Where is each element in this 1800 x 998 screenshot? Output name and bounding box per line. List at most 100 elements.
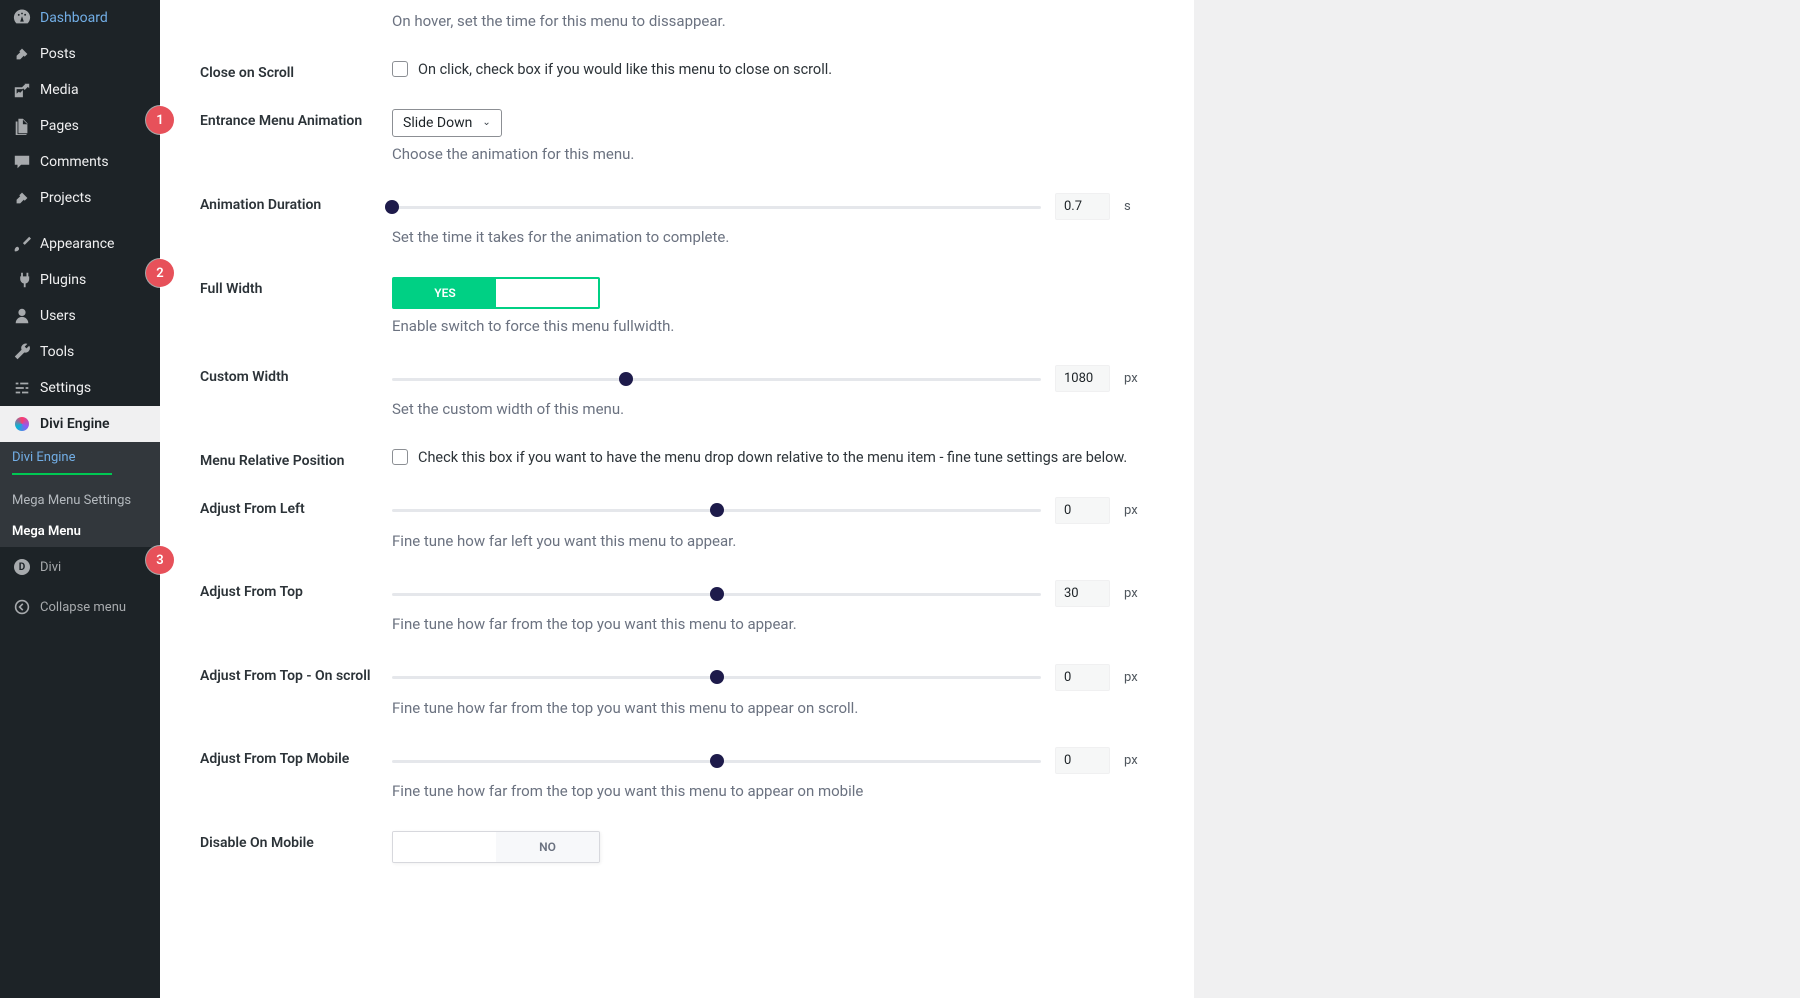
select-entrance-animation[interactable]: Slide Down ⌄ bbox=[392, 109, 502, 137]
admin-sidebar: Dashboard Posts Media Pages Comments Pro… bbox=[0, 0, 160, 998]
input-animation-duration[interactable]: 0.7 bbox=[1055, 193, 1110, 220]
toggle-yes-label: YES bbox=[394, 279, 496, 307]
sidebar-subitem-mega-menu[interactable]: Mega Menu bbox=[0, 516, 160, 547]
slider-thumb[interactable] bbox=[385, 200, 399, 214]
slider-adjust-left[interactable] bbox=[392, 505, 1041, 515]
sidebar-item-comments[interactable]: Comments bbox=[0, 144, 160, 180]
slider-adjust-top-mobile[interactable] bbox=[392, 756, 1041, 766]
sidebar-item-label: Projects bbox=[40, 190, 91, 206]
wrench-icon bbox=[12, 342, 32, 362]
sidebar-item-label: Appearance bbox=[40, 236, 114, 252]
unit-label: px bbox=[1124, 371, 1144, 386]
help-text-adjust-top-mobile: Fine tune how far from the top you want … bbox=[392, 780, 1144, 803]
sidebar-item-projects[interactable]: Projects bbox=[0, 180, 160, 216]
input-adjust-left[interactable]: 0 bbox=[1055, 497, 1110, 524]
unit-label: px bbox=[1124, 586, 1144, 601]
sidebar-item-pages[interactable]: Pages bbox=[0, 108, 160, 144]
collapse-icon bbox=[12, 597, 32, 617]
callout-badge-3: 3 bbox=[146, 546, 174, 574]
sidebar-item-label: Users bbox=[40, 308, 76, 324]
sidebar-item-label: Divi bbox=[40, 560, 61, 575]
sidebar-item-collapse[interactable]: Collapse menu bbox=[0, 587, 160, 627]
toggle-blank bbox=[393, 832, 496, 862]
unit-label: px bbox=[1124, 503, 1144, 518]
slider-animation-duration[interactable] bbox=[392, 202, 1041, 212]
input-custom-width[interactable]: 1080 bbox=[1055, 365, 1110, 392]
sidebar-item-dashboard[interactable]: Dashboard bbox=[0, 0, 160, 36]
sidebar-subitem-mega-menu-settings[interactable]: Mega Menu Settings bbox=[0, 485, 160, 516]
unit-label: s bbox=[1124, 199, 1144, 214]
slider-thumb[interactable] bbox=[619, 372, 633, 386]
sidebar-item-divi-engine[interactable]: Divi Engine bbox=[0, 406, 160, 442]
toggle-disable-mobile[interactable]: NO bbox=[392, 831, 600, 863]
help-text-adjust-top: Fine tune how far from the top you want … bbox=[392, 613, 1144, 636]
sidebar-item-label: Tools bbox=[40, 344, 74, 360]
label-close-on-scroll: Close on Scroll bbox=[200, 61, 392, 81]
unit-label: px bbox=[1124, 670, 1144, 685]
toggle-full-width[interactable]: YES bbox=[392, 277, 600, 309]
help-text-menu-relative: Check this box if you want to have the m… bbox=[418, 449, 1127, 466]
label-custom-width: Custom Width bbox=[200, 365, 392, 385]
media-icon bbox=[12, 80, 32, 100]
sliders-icon bbox=[12, 378, 32, 398]
sidebar-item-divi[interactable]: D Divi bbox=[0, 547, 160, 587]
help-text-custom-width: Set the custom width of this menu. bbox=[392, 398, 1144, 421]
settings-panel: 1 2 3 On hover, set the time for this me… bbox=[160, 0, 1194, 998]
select-value: Slide Down bbox=[403, 115, 472, 131]
checkbox-menu-relative[interactable] bbox=[392, 449, 408, 465]
input-adjust-top[interactable]: 30 bbox=[1055, 580, 1110, 607]
label-entrance-animation: Entrance Menu Animation bbox=[200, 109, 392, 129]
label-adjust-top-mobile: Adjust From Top Mobile bbox=[200, 747, 392, 767]
sidebar-item-label: Collapse menu bbox=[40, 600, 126, 615]
sidebar-item-posts[interactable]: Posts bbox=[0, 36, 160, 72]
sidebar-item-label: Pages bbox=[40, 118, 79, 134]
sidebar-item-plugins[interactable]: Plugins bbox=[0, 262, 160, 298]
help-text-hover-time: On hover, set the time for this menu to … bbox=[392, 10, 1144, 33]
sidebar-item-tools[interactable]: Tools bbox=[0, 334, 160, 370]
chevron-down-icon: ⌄ bbox=[482, 117, 490, 128]
sidebar-item-label: Settings bbox=[40, 380, 91, 396]
help-text-entrance-animation: Choose the animation for this menu. bbox=[392, 143, 1144, 166]
input-adjust-top-scroll[interactable]: 0 bbox=[1055, 664, 1110, 691]
sidebar-subitem-divi-engine[interactable]: Divi Engine bbox=[0, 442, 160, 473]
slider-thumb[interactable] bbox=[710, 587, 724, 601]
input-adjust-top-mobile[interactable]: 0 bbox=[1055, 747, 1110, 774]
callout-badge-1: 1 bbox=[146, 106, 174, 134]
gauge-icon bbox=[12, 8, 32, 28]
slider-adjust-top[interactable] bbox=[392, 589, 1041, 599]
pages-icon bbox=[12, 116, 32, 136]
label-disable-mobile: Disable On Mobile bbox=[200, 831, 392, 851]
label-adjust-top-scroll: Adjust From Top - On scroll bbox=[200, 664, 392, 684]
brush-icon bbox=[12, 234, 32, 254]
callout-badge-2: 2 bbox=[146, 259, 174, 287]
sidebar-item-media[interactable]: Media bbox=[0, 72, 160, 108]
plug-icon bbox=[12, 270, 32, 290]
toggle-blank bbox=[496, 279, 598, 307]
sidebar-item-label: Dashboard bbox=[40, 10, 108, 26]
checkbox-close-on-scroll[interactable] bbox=[392, 61, 408, 77]
label-adjust-top: Adjust From Top bbox=[200, 580, 392, 600]
divi-engine-icon bbox=[12, 414, 32, 434]
slider-adjust-top-scroll[interactable] bbox=[392, 672, 1041, 682]
sidebar-item-label: Comments bbox=[40, 154, 109, 170]
sidebar-item-label: Divi Engine bbox=[40, 416, 110, 432]
sidebar-submenu: Divi Engine Mega Menu Settings Mega Menu bbox=[0, 442, 160, 547]
slider-custom-width[interactable] bbox=[392, 374, 1041, 384]
slider-thumb[interactable] bbox=[710, 754, 724, 768]
slider-thumb[interactable] bbox=[710, 670, 724, 684]
user-icon bbox=[12, 306, 32, 326]
label-adjust-left: Adjust From Left bbox=[200, 497, 392, 517]
unit-label: px bbox=[1124, 753, 1144, 768]
sidebar-item-label: Media bbox=[40, 82, 79, 98]
slider-thumb[interactable] bbox=[710, 503, 724, 517]
sidebar-item-label: Posts bbox=[40, 46, 76, 62]
comment-icon bbox=[12, 152, 32, 172]
label-animation-duration: Animation Duration bbox=[200, 193, 392, 213]
sidebar-item-settings[interactable]: Settings bbox=[0, 370, 160, 406]
sidebar-item-users[interactable]: Users bbox=[0, 298, 160, 334]
divi-icon: D bbox=[12, 557, 32, 577]
sidebar-item-appearance[interactable]: Appearance bbox=[0, 226, 160, 262]
label-full-width: Full Width bbox=[200, 277, 392, 297]
sidebar-item-label: Plugins bbox=[40, 272, 86, 288]
main-area: 1 2 3 On hover, set the time for this me… bbox=[160, 0, 1800, 998]
